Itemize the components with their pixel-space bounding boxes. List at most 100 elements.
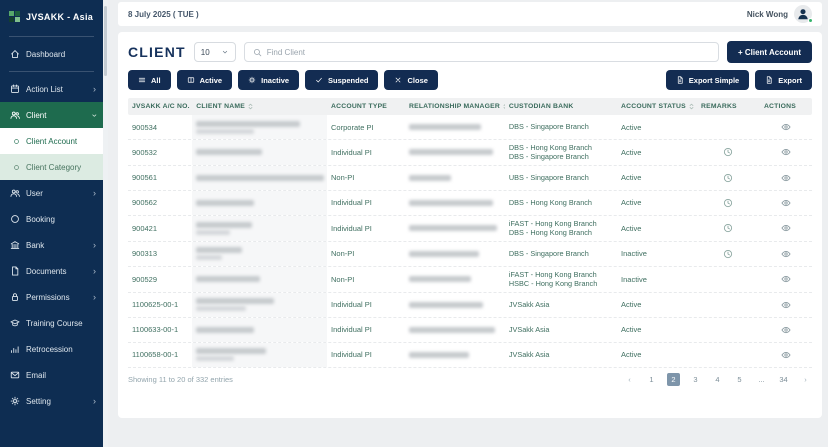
calendar-icon: [10, 84, 20, 94]
eye-icon[interactable]: [781, 274, 791, 284]
column-header[interactable]: JVSAKK A/C NO.: [128, 98, 192, 115]
eye-icon[interactable]: [781, 325, 791, 335]
table-row[interactable]: 900561 Non-PI UBS - Singapore Branch Act…: [128, 165, 812, 191]
page-button[interactable]: 2: [667, 373, 680, 387]
actions-cell: [760, 191, 812, 215]
sidebar-item-user[interactable]: User ›: [0, 180, 103, 206]
column-header[interactable]: CLIENT NAME: [192, 98, 327, 115]
column-header[interactable]: RELATIONSHIP MANAGER: [405, 98, 505, 115]
custodian-bank: JVSakk Asia: [508, 325, 550, 335]
sort-icon[interactable]: [688, 103, 695, 110]
page-button[interactable]: ›: [799, 373, 812, 386]
page-button[interactable]: 4: [711, 373, 724, 386]
account-type: Non-PI: [331, 249, 355, 259]
page-button[interactable]: ‹: [623, 373, 636, 386]
column-header[interactable]: REMARKS: [697, 98, 760, 115]
account-status: Active: [621, 223, 642, 233]
pagination: ‹ 1 2 3 4 5 ... 34 ›: [623, 373, 812, 387]
table-row[interactable]: 900562 Individual PI DBS - Hong Kong Bra…: [128, 190, 812, 216]
filter-all-button[interactable]: All: [128, 70, 171, 90]
client-table: JVSAKK A/C NO. CLIENT NAME ACCOUNT TYPE: [128, 98, 812, 414]
clock-icon[interactable]: [723, 173, 733, 183]
filter-inactive-button[interactable]: Inactive: [238, 70, 300, 90]
user-menu[interactable]: Nick Wong: [747, 5, 813, 23]
account-type: Individual PI: [331, 325, 372, 335]
avatar[interactable]: [794, 5, 813, 23]
sidebar-item-setting[interactable]: Setting ›: [0, 388, 103, 414]
page-size-select[interactable]: 10: [193, 42, 236, 62]
table-row[interactable]: 1100658-00-1 Individual PI JVSakk Asia A…: [128, 342, 812, 368]
training-icon: [10, 318, 20, 328]
clock-icon[interactable]: [723, 147, 733, 157]
table-row[interactable]: 1100633-00-1 Individual PI JVSakk Asia A…: [128, 317, 812, 343]
eye-icon[interactable]: [781, 122, 791, 132]
sidebar-item-training-course[interactable]: Training Course: [0, 310, 103, 336]
account-status: Active: [621, 350, 642, 360]
export-button[interactable]: Export: [755, 70, 812, 90]
table-row[interactable]: 900421 Individual PI iFAST - Hong Kong B…: [128, 215, 812, 242]
page-button[interactable]: 34: [777, 373, 790, 386]
clock-icon[interactable]: [723, 249, 733, 259]
filter-active-button[interactable]: Active: [176, 70, 233, 90]
column-header[interactable]: ACCOUNT STATUS: [617, 98, 697, 115]
sidebar-item-permissions[interactable]: Permissions ›: [0, 284, 103, 310]
add-client-account-button[interactable]: + Client Account: [726, 41, 812, 63]
app-logo[interactable]: JVSAKK - Asia: [0, 0, 103, 32]
eye-icon[interactable]: [781, 173, 791, 183]
custodian-bank: UBS - Singapore Branch: [508, 173, 589, 183]
page-button[interactable]: 3: [689, 373, 702, 386]
chevron-down-icon: [221, 48, 229, 56]
filter-suspended-button[interactable]: Suspended: [305, 70, 379, 90]
current-date: 8 July 2025 ( TUE ): [128, 9, 199, 19]
sidebar-item-action-list[interactable]: Action List ›: [0, 76, 103, 102]
filter-close-button[interactable]: Close: [384, 70, 438, 90]
account-number: 1100625-00-1: [132, 300, 179, 310]
account-type: Individual PI: [331, 223, 372, 233]
lock-icon: [10, 292, 20, 302]
page-button[interactable]: ...: [755, 373, 768, 386]
column-header-label: RELATIONSHIP MANAGER: [408, 103, 500, 110]
eye-icon[interactable]: [781, 350, 791, 360]
sidebar-item-dashboard[interactable]: Dashboard: [0, 41, 103, 67]
client-name-redacted: [192, 342, 328, 367]
page-button[interactable]: 1: [645, 373, 658, 386]
column-header[interactable]: CUSTODIAN BANK: [505, 98, 617, 115]
sidebar-item-documents[interactable]: Documents ›: [0, 258, 103, 284]
main-area: 8 July 2025 ( TUE ) Nick Wong CLIENT 10: [108, 0, 828, 447]
eye-icon[interactable]: [781, 249, 791, 259]
sidebar-item-client[interactable]: Client ›: [0, 102, 103, 128]
title-row: CLIENT 10 + Client Account: [128, 40, 812, 64]
search-input[interactable]: [266, 47, 710, 57]
column-header[interactable]: ACCOUNT TYPE: [327, 98, 405, 115]
table-row[interactable]: 900534 Corporate PI DBS - Singapore Bran…: [128, 115, 812, 140]
actions-cell: [760, 166, 812, 190]
eye-icon[interactable]: [781, 147, 791, 157]
table-row[interactable]: 900532 Individual PI DBS - Hong Kong Bra…: [128, 140, 812, 166]
sidebar-item-client-category[interactable]: Client Category: [0, 154, 103, 180]
actions-cell: [760, 343, 812, 367]
eye-icon[interactable]: [781, 223, 791, 233]
eye-icon[interactable]: [781, 198, 791, 208]
sidebar-item-retrocession[interactable]: Retrocession: [0, 336, 103, 362]
column-header[interactable]: ACTIONS: [760, 98, 812, 115]
sidebar-item-label: User: [26, 188, 43, 198]
sidebar-item-bank[interactable]: Bank ›: [0, 232, 103, 258]
scrollbar-thumb[interactable]: [104, 6, 107, 76]
table-row[interactable]: 900529 Non-PI iFAST - Hong Kong Branch H…: [128, 266, 812, 293]
page-button[interactable]: 5: [733, 373, 746, 386]
sidebar-item-client-account[interactable]: Client Account: [0, 128, 103, 154]
export-simple-button[interactable]: Export Simple: [665, 70, 750, 90]
search-box[interactable]: [243, 42, 719, 62]
clock-icon[interactable]: [723, 198, 733, 208]
client-name-redacted: [192, 215, 328, 241]
user-name[interactable]: Nick Wong: [747, 10, 788, 19]
sidebar-scrollbar[interactable]: [103, 0, 108, 447]
clock-icon[interactable]: [723, 223, 733, 233]
table-row[interactable]: 1100625-00-1 Individual PI JVSakk Asia A…: [128, 292, 812, 318]
table-row[interactable]: 900313 Non-PI DBS - Singapore Branch Ina…: [128, 241, 812, 267]
menu-icon: [138, 76, 146, 84]
eye-icon[interactable]: [781, 300, 791, 310]
sidebar-item-booking[interactable]: Booking: [0, 206, 103, 232]
sort-icon[interactable]: [247, 103, 254, 110]
sidebar-item-email[interactable]: Email: [0, 362, 103, 388]
